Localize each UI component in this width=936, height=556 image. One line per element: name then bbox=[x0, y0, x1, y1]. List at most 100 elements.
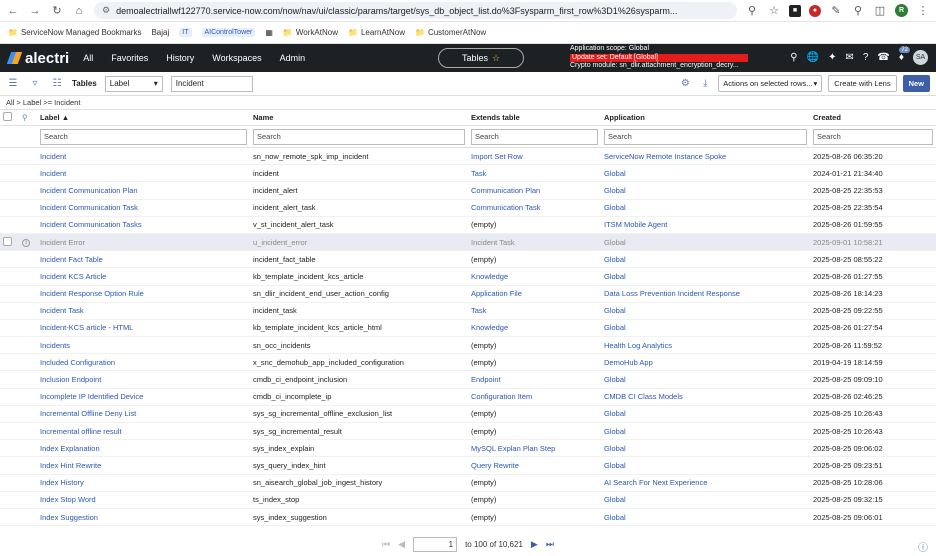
scope-info[interactable]: Application scope: Global Update set: De… bbox=[570, 45, 748, 71]
table-row[interactable]: Incident-KCS article - HTML kb_template_i… bbox=[0, 319, 936, 338]
chat-icon[interactable]: ✉ bbox=[845, 52, 853, 63]
create-with-lens-button[interactable]: Create with Lens bbox=[828, 75, 897, 92]
row-extends[interactable]: Query Rewrite bbox=[471, 461, 519, 470]
search-input-label[interactable]: Search bbox=[40, 128, 247, 145]
column-header-name[interactable]: Name bbox=[250, 109, 468, 126]
row-extends[interactable]: Incident Task bbox=[471, 238, 515, 247]
row-label-link[interactable]: Incremental offline result bbox=[40, 427, 122, 436]
search-input-name[interactable]: Search bbox=[253, 128, 465, 145]
list-context-icon[interactable]: ☷ bbox=[50, 78, 64, 89]
row-application-link[interactable]: Global bbox=[604, 427, 626, 436]
row-label-link[interactable]: Incident KCS Article bbox=[40, 272, 106, 281]
row-application-link[interactable]: Global bbox=[604, 272, 626, 281]
table-row[interactable]: Incomplete IP Identified Device cmdb_ci_i… bbox=[0, 388, 936, 406]
table-row[interactable]: Index Suggestion sys_index_suggestion (emp… bbox=[0, 508, 936, 527]
row-extends[interactable]: Communication Plan bbox=[471, 186, 540, 195]
row-checkbox[interactable] bbox=[3, 236, 12, 246]
row-application-link[interactable]: ServiceNow Remote Instance Spoke bbox=[604, 152, 726, 161]
extensions-puzzle-icon[interactable]: ✎ bbox=[829, 4, 843, 18]
table-row[interactable]: Incident Fact Table incident_fact_table (e… bbox=[0, 250, 936, 269]
row-extends[interactable]: Knowledge bbox=[471, 323, 508, 332]
row-application-link[interactable]: Global bbox=[604, 495, 626, 504]
next-page-icon[interactable]: ▶ bbox=[531, 539, 538, 550]
actions-select[interactable]: Actions on selected rows... ▾ bbox=[718, 75, 823, 92]
row-extends[interactable]: MySQL Explan Plan Step bbox=[471, 444, 555, 453]
bookmark-workatnow[interactable]: 📁 WorkAtNow bbox=[283, 28, 338, 37]
first-page-icon[interactable]: ⏮ bbox=[382, 539, 390, 550]
select-all-checkbox[interactable] bbox=[3, 112, 12, 121]
table-row[interactable]: Index Stop Word ts_index_stop (empty) Globa… bbox=[0, 491, 936, 509]
row-label-link[interactable]: Incident Communication Tasks bbox=[40, 220, 142, 229]
back-icon[interactable]: ← bbox=[6, 4, 20, 18]
apps-grid-icon[interactable]: ▦ bbox=[265, 28, 273, 37]
table-row[interactable]: Incremental Offline Deny List sys_sg_incr… bbox=[0, 405, 936, 424]
extension-red-icon[interactable]: ● bbox=[809, 4, 821, 17]
column-header-created[interactable]: Created bbox=[810, 109, 936, 126]
row-application-link[interactable]: Global bbox=[604, 186, 626, 195]
table-row[interactable]: Incident Task incident_task Task Global 2025… bbox=[0, 302, 936, 320]
info-icon[interactable]: i bbox=[22, 239, 30, 248]
row-application-link[interactable]: Global bbox=[604, 238, 626, 247]
table-row[interactable]: Index Hint Rewrite sys_query_index_hint Qu… bbox=[0, 456, 936, 475]
row-label-link[interactable]: Incident Task bbox=[40, 306, 84, 315]
filter-icon[interactable]: ▿ bbox=[28, 78, 42, 89]
bookmark-star-icon[interactable]: ☆ bbox=[767, 4, 781, 18]
row-label-link[interactable]: Index Suggestion bbox=[40, 513, 98, 522]
table-row[interactable]: Incident Communication Plan incident_aler… bbox=[0, 181, 936, 200]
row-application-link[interactable]: AI Search For Next Experience bbox=[604, 478, 707, 487]
table-row[interactable]: Inclusion Endpoint cmdb_ci_endpoint_inclu… bbox=[0, 370, 936, 389]
row-label-link[interactable]: Incident bbox=[40, 169, 66, 178]
table-row[interactable]: Index Explanation sys_index_explain MySQL … bbox=[0, 439, 936, 458]
row-extends[interactable]: Communication Task bbox=[471, 203, 540, 212]
menu-admin[interactable]: Admin bbox=[280, 53, 306, 63]
breadcrumb[interactable]: All > Label >= Incident bbox=[0, 96, 936, 109]
table-row[interactable]: Incident Response Option Rule sn_dlir_inc… bbox=[0, 285, 936, 303]
table-row[interactable]: Incident Communication Tasks v_st_inciden… bbox=[0, 216, 936, 234]
reload-icon[interactable]: ↻ bbox=[50, 4, 64, 18]
search-input-created[interactable]: Search bbox=[813, 128, 933, 145]
row-application-link[interactable]: Data Loss Prevention Incident Response bbox=[604, 289, 740, 298]
column-header-label[interactable]: Label ▲ bbox=[37, 109, 250, 126]
bookmark-bajaj[interactable]: Bajaj bbox=[151, 28, 169, 37]
row-application-link[interactable]: Global bbox=[604, 375, 626, 384]
search-field-select[interactable]: Label ▾ bbox=[104, 75, 163, 92]
table-row[interactable]: Incident KCS Article kb_template_incident… bbox=[0, 267, 936, 286]
row-application-link[interactable]: Global bbox=[604, 461, 626, 470]
hamburger-menu-icon[interactable]: ☰ bbox=[6, 78, 20, 89]
row-application-link[interactable]: Global bbox=[604, 203, 626, 212]
row-extends[interactable]: Application File bbox=[471, 289, 522, 298]
browser-menu-icon[interactable]: ⋮ bbox=[916, 4, 930, 18]
prev-page-icon[interactable]: ◀ bbox=[398, 539, 405, 550]
row-extends[interactable]: Task bbox=[471, 169, 486, 178]
globe-icon[interactable]: 🌐 bbox=[807, 52, 819, 63]
help-icon[interactable]: ? bbox=[863, 52, 869, 63]
row-label-link[interactable]: Index Explanation bbox=[40, 444, 100, 453]
search-input-application[interactable]: Search bbox=[604, 128, 807, 145]
row-label-link[interactable]: Index History bbox=[40, 478, 84, 487]
row-label-link[interactable]: Incidents bbox=[40, 341, 70, 350]
column-header-application[interactable]: Application bbox=[601, 109, 810, 126]
row-label-link[interactable]: Incident Fact Table bbox=[40, 255, 103, 264]
table-row[interactable]: Incident sn_now_remote_spk_imp_incident Im… bbox=[0, 147, 936, 166]
row-application-link[interactable]: Health Log Analytics bbox=[604, 341, 672, 350]
bookmark-it[interactable]: IT bbox=[179, 28, 192, 37]
row-label-link[interactable]: Incident Communication Task bbox=[40, 203, 138, 212]
table-row[interactable]: Incremental offline result sys_sg_increme… bbox=[0, 422, 936, 441]
table-row[interactable]: Included Configuration x_snc_demohub_app_… bbox=[0, 353, 936, 372]
row-label-link[interactable]: Incremental Offline Deny List bbox=[40, 409, 136, 418]
row-extends[interactable]: Endpoint bbox=[471, 375, 501, 384]
search-icon[interactable]: ⚲ bbox=[22, 113, 28, 122]
user-avatar[interactable]: SA bbox=[913, 50, 928, 65]
sparkle-icon[interactable]: ✦ bbox=[828, 52, 836, 63]
row-label-link[interactable]: Inclusion Endpoint bbox=[40, 375, 101, 384]
page-number-input[interactable]: 1 bbox=[413, 537, 458, 552]
sidepanel-icon[interactable]: ◫ bbox=[873, 4, 887, 18]
row-application-link[interactable]: DemoHub App bbox=[604, 358, 653, 367]
row-label-link[interactable]: Incident Response Option Rule bbox=[40, 289, 144, 298]
zoom-icon[interactable]: ⚲ bbox=[745, 4, 759, 18]
row-application-link[interactable]: Global bbox=[604, 444, 626, 453]
home-icon[interactable]: ⌂ bbox=[72, 4, 86, 18]
column-header-extends[interactable]: Extends table bbox=[468, 109, 601, 126]
row-label-link[interactable]: Incomplete IP Identified Device bbox=[40, 392, 143, 401]
key-icon[interactable]: ⚲ bbox=[851, 4, 865, 18]
